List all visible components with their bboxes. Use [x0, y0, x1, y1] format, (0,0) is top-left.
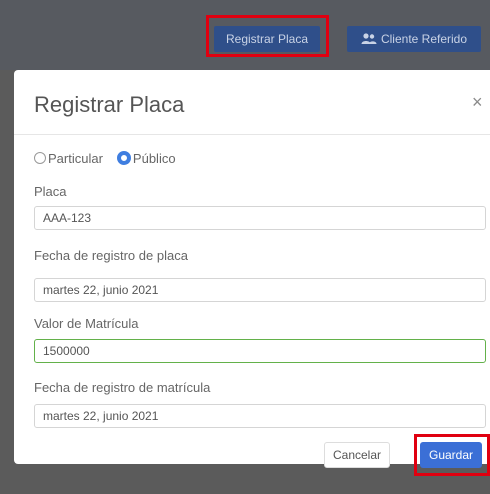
- placa-input[interactable]: [34, 206, 486, 230]
- radio-particular[interactable]: [34, 152, 46, 164]
- fecha-matricula-input[interactable]: [34, 404, 486, 428]
- highlight-registrar-button: [206, 15, 329, 57]
- cliente-referido-button[interactable]: Cliente Referido: [347, 26, 481, 52]
- fecha-matricula-label: Fecha de registro de matrícula: [34, 380, 211, 395]
- modal-title: Registrar Placa: [34, 92, 185, 117]
- close-icon[interactable]: ×: [472, 92, 483, 113]
- cancel-button[interactable]: Cancelar: [324, 442, 390, 468]
- placa-label: Placa: [34, 184, 67, 199]
- valor-matricula-input[interactable]: [34, 339, 486, 363]
- radio-particular-label[interactable]: Particular: [48, 151, 103, 166]
- users-icon: [361, 33, 377, 44]
- fecha-placa-label: Fecha de registro de placa: [34, 248, 188, 263]
- highlight-save-button: [414, 434, 490, 476]
- fecha-placa-input[interactable]: [34, 278, 486, 302]
- valor-matricula-label: Valor de Matrícula: [34, 316, 139, 331]
- tipo-radio-group: Particular Público: [34, 148, 190, 168]
- cliente-referido-label: Cliente Referido: [380, 32, 468, 46]
- radio-publico-label[interactable]: Público: [133, 151, 176, 166]
- radio-publico[interactable]: [116, 151, 131, 165]
- registrar-placa-modal: Registrar Placa × Particular Público Pla…: [14, 70, 490, 476]
- modal-header-divider: [14, 134, 490, 135]
